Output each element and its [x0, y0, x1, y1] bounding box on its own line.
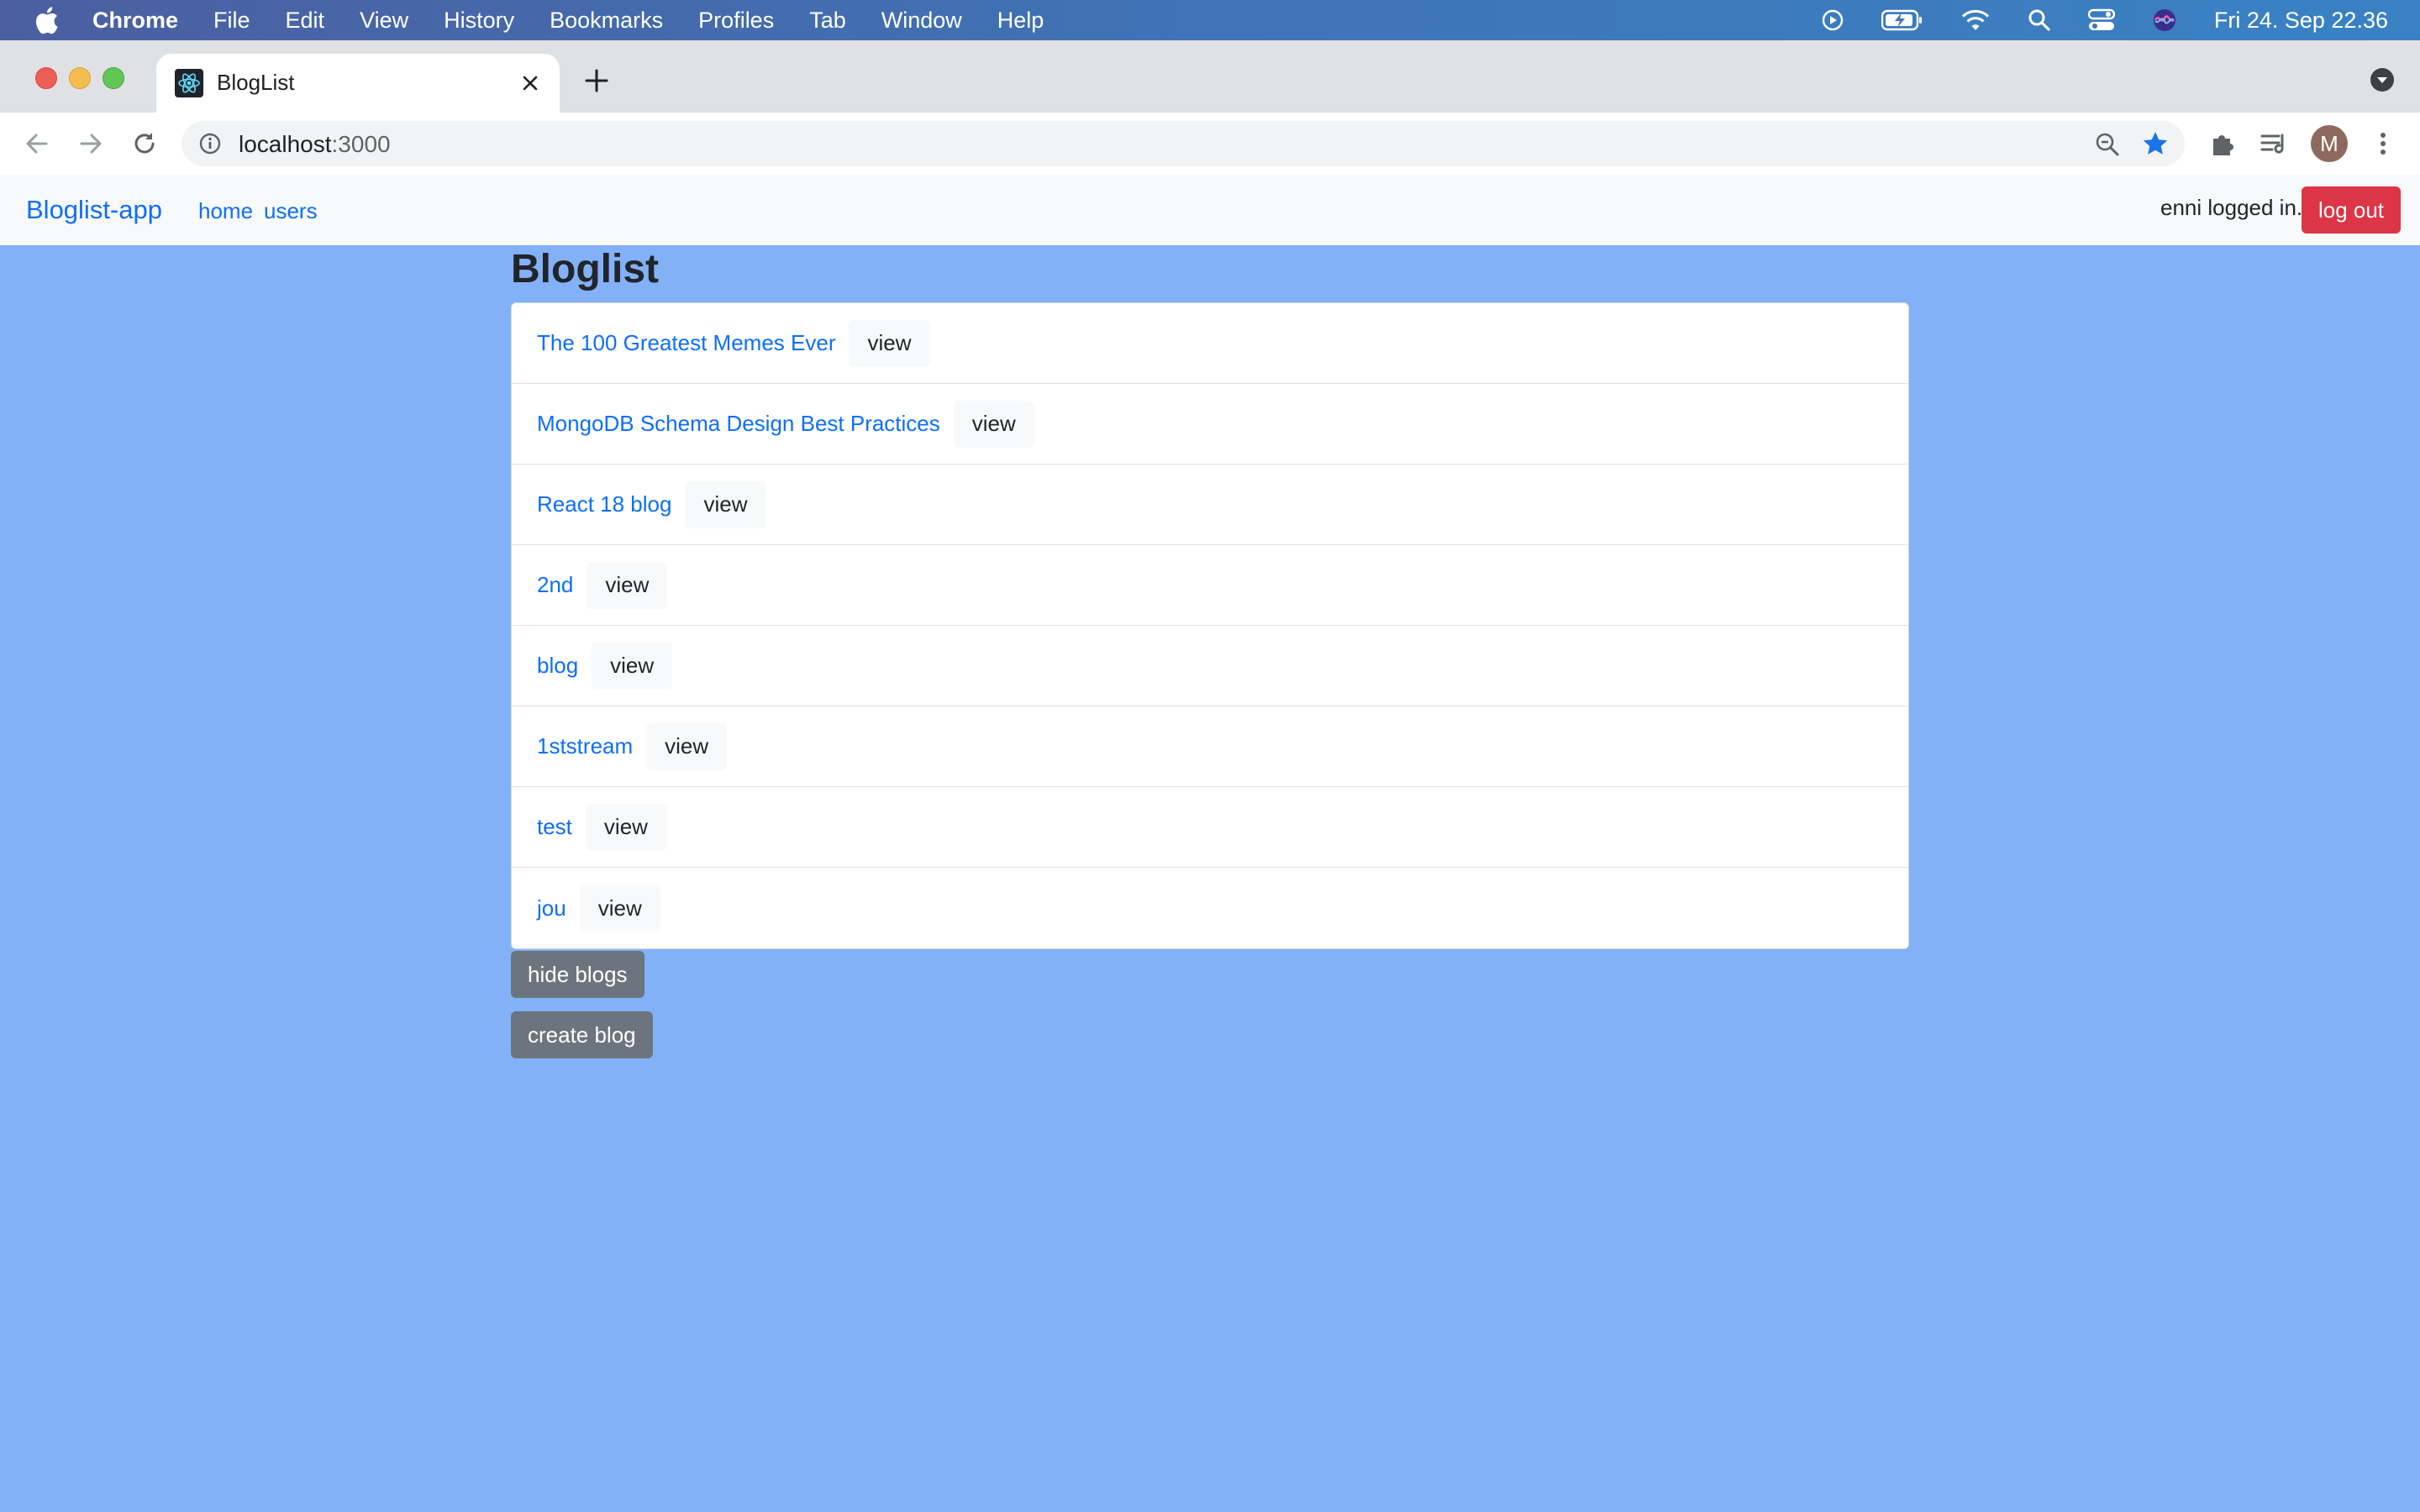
app-navbar: Bloglist-app home users enni logged in. … [0, 175, 2420, 245]
reload-icon[interactable] [129, 129, 160, 159]
view-button[interactable]: view [587, 561, 668, 609]
view-button[interactable]: view [585, 803, 666, 851]
profile-avatar[interactable]: M [2311, 125, 2348, 162]
tab-title: BlogList [217, 70, 295, 95]
window-minimize-button[interactable] [69, 67, 91, 89]
apple-menu-icon[interactable] [34, 6, 59, 34]
menubar-clock[interactable]: Fri 24. Sep 22.36 [2214, 8, 2388, 34]
blog-title-link[interactable]: 1ststream [537, 733, 633, 759]
blog-list-item: test view [512, 787, 1908, 868]
blog-list-item: 1ststream view [512, 706, 1908, 787]
blog-list-item: blog view [512, 626, 1908, 706]
nav-link-users[interactable]: users [264, 198, 318, 224]
zoom-icon[interactable] [2094, 131, 2121, 158]
browser-tabstrip: BlogList [0, 40, 2420, 113]
blog-list-item: jou view [512, 868, 1908, 948]
address-bar[interactable]: localhost:3000 [182, 121, 2185, 166]
blog-list-item: MongoDB Schema Design Best Practices vie… [512, 384, 1908, 465]
browser-toolbar: localhost:3000 M [0, 113, 2420, 176]
nav-link-home[interactable]: home [198, 198, 253, 224]
site-info-icon[interactable] [198, 132, 222, 155]
blog-title-link[interactable]: 2nd [537, 572, 573, 598]
blog-list-item: The 100 Greatest Memes Ever view [512, 303, 1908, 384]
menu-bookmarks[interactable]: Bookmarks [550, 8, 663, 34]
menu-edit[interactable]: Edit [286, 8, 325, 34]
wifi-icon[interactable] [1960, 8, 1991, 32]
view-button[interactable]: view [953, 400, 1034, 448]
menu-file[interactable]: File [213, 8, 250, 34]
page-title: Bloglist [511, 247, 659, 291]
blog-list-item: 2nd view [512, 545, 1908, 626]
view-button[interactable]: view [646, 722, 728, 770]
menu-help[interactable]: Help [997, 8, 1044, 34]
navbar-brand[interactable]: Bloglist-app [26, 195, 162, 225]
control-center-icon[interactable] [2087, 8, 2115, 32]
create-blog-button[interactable]: create blog [511, 1011, 653, 1058]
blog-title-link[interactable]: MongoDB Schema Design Best Practices [537, 411, 940, 437]
view-button[interactable]: view [579, 885, 660, 932]
menu-tab[interactable]: Tab [809, 8, 846, 34]
url-text[interactable]: localhost:3000 [239, 131, 391, 158]
view-button[interactable]: view [592, 642, 673, 690]
forward-arrow-icon[interactable] [76, 129, 106, 159]
new-tab-icon[interactable] [581, 66, 612, 96]
extensions-puzzle-icon[interactable] [2207, 129, 2237, 159]
menu-window[interactable]: Window [881, 8, 962, 34]
view-button[interactable]: view [685, 480, 766, 528]
spotlight-search-icon[interactable] [2028, 8, 2051, 32]
reading-list-icon[interactable] [2259, 129, 2289, 159]
menu-profiles[interactable]: Profiles [698, 8, 774, 34]
browser-tab-active[interactable]: BlogList [156, 54, 560, 113]
blog-list-item: React 18 blog view [512, 465, 1908, 545]
blog-title-link[interactable]: The 100 Greatest Memes Ever [537, 330, 835, 356]
url-host: localhost [239, 131, 332, 157]
hide-blogs-button[interactable]: hide blogs [511, 951, 644, 998]
logged-in-status: enni logged in. [2160, 195, 2303, 220]
os-menubar: Chrome File Edit View History Bookmarks … [0, 0, 2420, 40]
blog-title-link[interactable]: React 18 blog [537, 491, 671, 517]
menu-history[interactable]: History [444, 8, 514, 34]
media-play-icon[interactable] [1821, 8, 1844, 32]
blog-title-link[interactable]: jou [537, 895, 566, 921]
logout-button[interactable]: log out [2302, 186, 2401, 234]
blog-list: The 100 Greatest Memes Ever view MongoDB… [511, 302, 1909, 949]
back-arrow-icon[interactable] [22, 129, 52, 159]
window-zoom-button[interactable] [103, 67, 124, 89]
tab-close-icon[interactable] [516, 69, 544, 97]
window-close-button[interactable] [35, 67, 57, 89]
siri-icon[interactable] [2152, 8, 2177, 33]
view-button[interactable]: view [849, 319, 930, 367]
menu-view[interactable]: View [360, 8, 408, 34]
bookmark-star-icon[interactable] [2141, 129, 2170, 158]
react-favicon-icon [175, 69, 203, 97]
url-port: :3000 [331, 131, 391, 157]
menu-chrome[interactable]: Chrome [92, 8, 178, 34]
blog-title-link[interactable]: blog [537, 653, 578, 679]
battery-icon[interactable] [1881, 9, 1923, 31]
browser-menu-icon[interactable] [2368, 129, 2398, 159]
blog-title-link[interactable]: test [537, 814, 572, 840]
tab-search-icon[interactable] [2370, 67, 2395, 92]
